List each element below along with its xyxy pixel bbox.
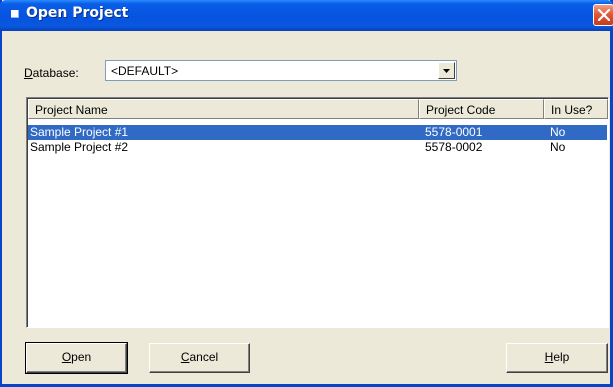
project-list[interactable]: Project Name Project Code In Use? Sample… (26, 97, 609, 328)
project-code-cell: 5578-0001 (425, 125, 483, 139)
title-bar[interactable]: Open Project (0, 0, 613, 31)
database-label: Database: (24, 66, 79, 80)
chevron-down-icon (443, 69, 450, 73)
open-button[interactable]: Open (25, 342, 128, 374)
close-button[interactable] (593, 4, 613, 26)
in-use-cell: No (550, 140, 566, 154)
column-header-project-code[interactable]: Project Code (419, 99, 544, 119)
close-icon (598, 9, 610, 21)
database-value: <DEFAULT> (111, 64, 179, 78)
cancel-button[interactable]: Cancel (149, 343, 250, 373)
database-select[interactable]: <DEFAULT> (105, 60, 457, 81)
window-icon (11, 10, 19, 18)
project-name-cell: Sample Project #1 (30, 125, 129, 139)
list-header: Project Name Project Code In Use? (28, 99, 608, 119)
column-header-in-use[interactable]: In Use? (544, 99, 608, 119)
table-row[interactable]: Sample Project #2 5578-0002 No (28, 140, 607, 155)
database-dropdown-button[interactable] (438, 62, 455, 79)
help-button[interactable]: Help (506, 343, 608, 373)
table-row[interactable]: Sample Project #1 5578-0001 No (28, 125, 607, 140)
column-header-project-name[interactable]: Project Name (28, 99, 419, 119)
dialog-title: Open Project (26, 5, 129, 21)
open-project-dialog: Open Project Database: <DEFAULT> Project… (0, 0, 613, 387)
in-use-cell: No (550, 125, 566, 139)
project-code-cell: 5578-0002 (425, 140, 483, 154)
project-name-cell: Sample Project #2 (30, 140, 129, 154)
